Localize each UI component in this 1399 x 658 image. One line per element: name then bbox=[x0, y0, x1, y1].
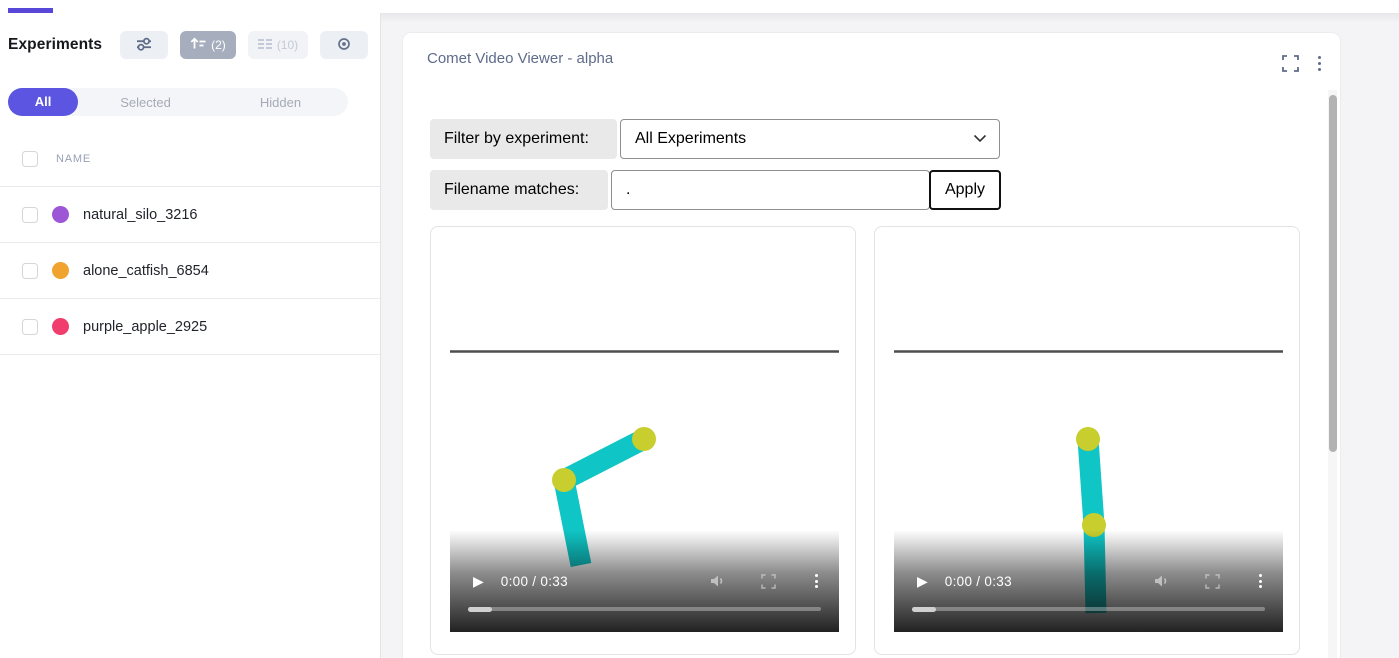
experiment-name: alone_catfish_6854 bbox=[83, 263, 209, 279]
video-time: 0:00 / 0:33 bbox=[501, 574, 568, 589]
experiment-row[interactable]: purple_apple_2925 bbox=[0, 299, 380, 355]
video-player[interactable]: ▶ 0:00 / 0:33 bbox=[450, 243, 839, 632]
experiment-select-value: All Experiments bbox=[635, 130, 746, 148]
play-icon[interactable]: ▶ bbox=[473, 573, 484, 590]
apply-button[interactable]: Apply bbox=[929, 170, 1001, 210]
experiment-name: purple_apple_2925 bbox=[83, 319, 207, 335]
chevron-down-icon bbox=[973, 130, 987, 148]
video-progress-thumb[interactable] bbox=[468, 607, 492, 612]
play-icon[interactable]: ▶ bbox=[917, 573, 928, 590]
target-icon bbox=[337, 37, 351, 54]
video-viewer-panel: Comet Video Viewer - alpha Filter by exp… bbox=[403, 33, 1340, 658]
video-card: ▶ 0:00 / 0:33 bbox=[874, 226, 1300, 655]
experiment-checkbox[interactable] bbox=[22, 207, 38, 223]
experiment-row[interactable]: natural_silo_3216 bbox=[0, 187, 380, 243]
video-controls: ▶ 0:00 / 0:33 bbox=[468, 570, 821, 592]
experiment-filter-label: Filter by experiment: bbox=[430, 119, 617, 159]
tab-hidden[interactable]: Hidden bbox=[213, 95, 348, 110]
columns-count: (10) bbox=[277, 38, 298, 52]
columns-grid-icon bbox=[258, 38, 272, 53]
panel-header: Comet Video Viewer - alpha bbox=[403, 33, 1340, 89]
sidebar-header: Experiments bbox=[0, 13, 380, 59]
video-controls: ▶ 0:00 / 0:33 bbox=[912, 570, 1265, 592]
experiment-color-dot bbox=[52, 262, 69, 279]
video-fullscreen-icon[interactable] bbox=[761, 574, 776, 589]
experiment-checkbox[interactable] bbox=[22, 263, 38, 279]
main-content-area: Comet Video Viewer - alpha Filter by exp… bbox=[381, 13, 1399, 658]
video-options-icon[interactable] bbox=[812, 574, 821, 588]
experiment-filter-tabs: All Selected Hidden bbox=[8, 88, 348, 116]
sort-button[interactable]: (2) bbox=[180, 31, 236, 59]
video-progress-bar[interactable] bbox=[468, 607, 821, 611]
panel-fullscreen-icon[interactable] bbox=[1282, 55, 1299, 72]
top-tab-strip bbox=[0, 0, 1399, 13]
filename-filter-row: Filename matches: Apply bbox=[430, 170, 1001, 210]
target-button[interactable] bbox=[320, 31, 368, 59]
experiment-filter-row: Filter by experiment: All Experiments bbox=[430, 119, 1000, 159]
experiment-select[interactable]: All Experiments bbox=[620, 119, 1000, 159]
video-grid: ▶ 0:00 / 0:33 bbox=[430, 226, 1300, 655]
volume-icon[interactable] bbox=[1154, 574, 1171, 588]
video-progress-thumb[interactable] bbox=[912, 607, 936, 612]
sidebar-toolbar: (2) (10) bbox=[120, 31, 368, 59]
video-player[interactable]: ▶ 0:00 / 0:33 bbox=[894, 243, 1283, 632]
experiment-row[interactable]: alone_catfish_6854 bbox=[0, 243, 380, 299]
sidebar-title: Experiments bbox=[8, 36, 102, 54]
sort-count: (2) bbox=[211, 38, 226, 52]
video-progress-bar[interactable] bbox=[912, 607, 1265, 611]
video-options-icon[interactable] bbox=[1256, 574, 1265, 588]
experiment-checkbox[interactable] bbox=[22, 319, 38, 335]
video-fullscreen-icon[interactable] bbox=[1205, 574, 1220, 589]
columns-button[interactable]: (10) bbox=[248, 31, 308, 59]
sort-ascending-icon bbox=[190, 37, 206, 53]
experiment-color-dot bbox=[52, 206, 69, 223]
filename-input[interactable] bbox=[611, 170, 930, 210]
experiments-sidebar: Experiments bbox=[0, 13, 381, 658]
sliders-icon bbox=[135, 37, 153, 54]
experiment-name: natural_silo_3216 bbox=[83, 207, 197, 223]
filename-filter-label: Filename matches: bbox=[430, 170, 608, 210]
panel-title: Comet Video Viewer - alpha bbox=[427, 50, 613, 67]
filter-settings-button[interactable] bbox=[120, 31, 168, 59]
panel-options-icon[interactable] bbox=[1315, 56, 1325, 72]
panel-scrollbar-thumb[interactable] bbox=[1329, 95, 1337, 452]
name-column-header: NAME bbox=[56, 153, 91, 165]
video-card: ▶ 0:00 / 0:33 bbox=[430, 226, 856, 655]
select-all-checkbox[interactable] bbox=[22, 151, 38, 167]
tab-all[interactable]: All bbox=[8, 88, 78, 116]
active-tab-indicator bbox=[8, 8, 53, 13]
experiment-color-dot bbox=[52, 318, 69, 335]
volume-icon[interactable] bbox=[710, 574, 727, 588]
panel-scrollbar[interactable] bbox=[1328, 90, 1337, 658]
video-time: 0:00 / 0:33 bbox=[945, 574, 1012, 589]
experiments-table-header: NAME bbox=[0, 132, 380, 187]
tab-selected[interactable]: Selected bbox=[78, 95, 213, 110]
